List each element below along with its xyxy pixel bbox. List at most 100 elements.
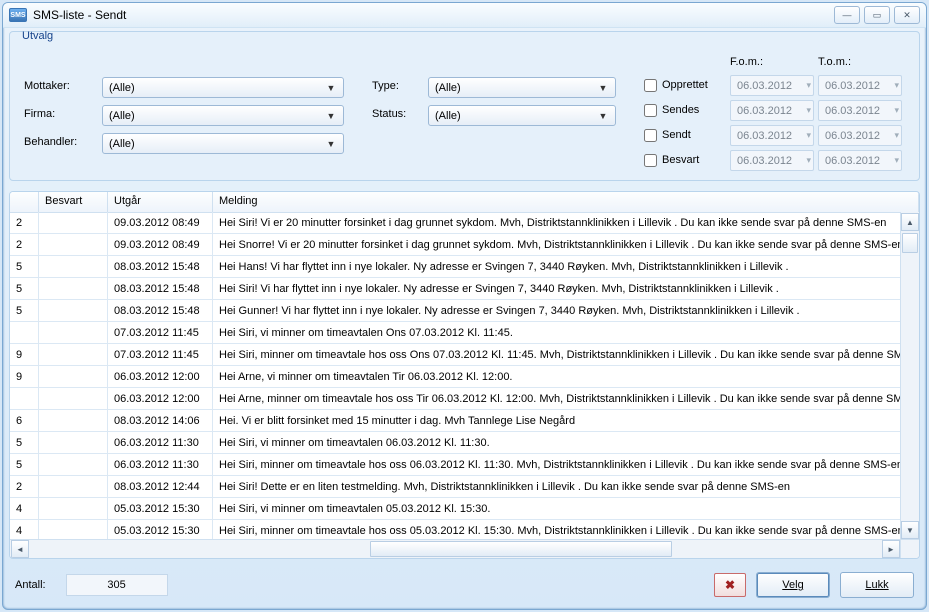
lukk-button[interactable]: Lukk: [840, 572, 914, 598]
table-row[interactable]: 906.03.2012 12:00Hei Arne, vi minner om …: [10, 366, 901, 388]
cell-index: 5: [10, 300, 39, 321]
chevron-down-icon: ▾: [894, 105, 899, 116]
table-row[interactable]: 506.03.2012 11:30Hei Siri, vi minner om …: [10, 432, 901, 454]
cell-besvart: [39, 234, 108, 255]
cell-besvart: [39, 498, 108, 519]
cell-utgaar: 08.03.2012 14:06: [108, 410, 213, 431]
table-row[interactable]: 508.03.2012 15:48Hei Gunner! Vi har flyt…: [10, 300, 901, 322]
cell-besvart: [39, 366, 108, 387]
label-mottaker: Mottaker:: [24, 80, 70, 92]
table-row[interactable]: 508.03.2012 15:48Hei Hans! Vi har flytte…: [10, 256, 901, 278]
table-row[interactable]: 506.03.2012 11:30Hei Siri, minner om tim…: [10, 454, 901, 476]
count-field: 305: [66, 574, 168, 596]
scroll-thumb[interactable]: [370, 541, 672, 557]
cell-index: [10, 388, 39, 409]
date-opprettet-fom[interactable]: 06.03.2012▾: [730, 75, 814, 96]
cell-melding: Hei Siri, minner om timeavtale hos oss 0…: [213, 520, 901, 540]
select-status[interactable]: (Alle)▼: [428, 105, 616, 126]
column-besvart[interactable]: Besvart: [39, 192, 108, 212]
table-row[interactable]: 07.03.2012 11:45Hei Siri, vi minner om t…: [10, 322, 901, 344]
grid-body[interactable]: 209.03.2012 08:49Hei Siri! Vi er 20 minu…: [10, 212, 901, 540]
cell-besvart: [39, 212, 108, 233]
date-opprettet-tom[interactable]: 06.03.2012▾: [818, 75, 902, 96]
cell-besvart: [39, 432, 108, 453]
chevron-down-icon: ▾: [894, 80, 899, 91]
cell-melding: Hei Snorre! Vi er 20 minutter forsinket …: [213, 234, 901, 255]
date-sendt-fom[interactable]: 06.03.2012▾: [730, 125, 814, 146]
label-antall: Antall:: [15, 579, 46, 591]
chevron-down-icon: ▼: [323, 139, 339, 149]
select-firma[interactable]: (Alle)▼: [102, 105, 344, 126]
table-row[interactable]: 405.03.2012 15:30Hei Siri, minner om tim…: [10, 520, 901, 540]
delete-button[interactable]: ✖: [714, 573, 746, 597]
chevron-down-icon: ▾: [894, 155, 899, 166]
cell-besvart: [39, 278, 108, 299]
table-row[interactable]: 06.03.2012 12:00Hei Arne, minner om time…: [10, 388, 901, 410]
scroll-right-button[interactable]: ►: [882, 540, 900, 558]
check-sendes[interactable]: Sendes: [644, 100, 699, 120]
scroll-up-button[interactable]: ▲: [901, 213, 919, 231]
column-spacer[interactable]: [10, 192, 39, 212]
column-melding[interactable]: Melding: [213, 192, 919, 212]
table-row[interactable]: 209.03.2012 08:49Hei Snorre! Vi er 20 mi…: [10, 234, 901, 256]
cell-index: 9: [10, 366, 39, 387]
date-sendes-tom[interactable]: 06.03.2012▾: [818, 100, 902, 121]
label-firma: Firma:: [24, 108, 55, 120]
cell-utgaar: 08.03.2012 15:48: [108, 278, 213, 299]
cell-index: 2: [10, 212, 39, 233]
horizontal-scrollbar[interactable]: ◄ ►: [10, 539, 901, 558]
cell-index: 5: [10, 454, 39, 475]
table-row[interactable]: 5 08.03.2012 15:48Hei Siri! Vi har flytte…: [10, 278, 901, 300]
chevron-down-icon: ▾: [806, 105, 811, 116]
check-opprettet[interactable]: Opprettet: [644, 75, 708, 95]
cell-index: 5: [10, 278, 39, 299]
minimize-button[interactable]: —: [834, 6, 860, 24]
cell-melding: Hei Siri! Dette er en liten testmelding.…: [213, 476, 901, 497]
date-sendt-tom[interactable]: 06.03.2012▾: [818, 125, 902, 146]
vertical-scrollbar[interactable]: ▲ ▼: [900, 212, 919, 540]
table-row[interactable]: 208.03.2012 12:44Hei Siri! Dette er en l…: [10, 476, 901, 498]
cell-melding: Hei Siri, minner om timeavtale hos oss 0…: [213, 454, 901, 475]
cell-melding: Hei Siri, minner om timeavtale hos oss O…: [213, 344, 901, 365]
cell-index: 6: [10, 410, 39, 431]
column-utgaar[interactable]: Utgår: [108, 192, 213, 212]
cell-index: 2: [10, 234, 39, 255]
table-row[interactable]: 907.03.2012 11:45Hei Siri, minner om tim…: [10, 344, 901, 366]
cell-index: [10, 322, 39, 343]
select-mottaker[interactable]: (Alle)▼: [102, 77, 344, 98]
check-besvart[interactable]: Besvart: [644, 150, 699, 170]
select-type[interactable]: (Alle)▼: [428, 77, 616, 98]
app-icon: SMS: [9, 8, 27, 22]
cell-index: 4: [10, 520, 39, 540]
chevron-down-icon: ▾: [806, 155, 811, 166]
select-behandler[interactable]: (Alle)▼: [102, 133, 344, 154]
scroll-left-button[interactable]: ◄: [11, 540, 29, 558]
check-sendt[interactable]: Sendt: [644, 125, 691, 145]
scroll-down-button[interactable]: ▼: [901, 521, 919, 539]
cell-besvart: [39, 520, 108, 540]
label-behandler: Behandler:: [24, 136, 77, 148]
table-row[interactable]: 6 08.03.2012 14:06Hei. Vi er blitt forsin…: [10, 410, 901, 432]
scroll-thumb[interactable]: [902, 233, 918, 253]
chevron-down-icon: ▼: [595, 83, 611, 93]
cell-index: 4: [10, 498, 39, 519]
footer: Antall: 305 ✖ Velg Lukk: [9, 567, 920, 603]
table-row[interactable]: 405.03.2012 15:30Hei Siri, vi minner om …: [10, 498, 901, 520]
cell-utgaar: 08.03.2012 15:48: [108, 300, 213, 321]
cell-besvart: [39, 410, 108, 431]
close-button[interactable]: ✕: [894, 6, 920, 24]
chevron-down-icon: ▾: [806, 130, 811, 141]
date-besvart-fom[interactable]: 06.03.2012▾: [730, 150, 814, 171]
velg-button[interactable]: Velg: [756, 572, 830, 598]
cell-melding: Hei Siri! Vi har flyttet inn i nye lokal…: [213, 278, 901, 299]
cell-utgaar: 06.03.2012 12:00: [108, 388, 213, 409]
maximize-button[interactable]: ▭: [864, 6, 890, 24]
date-sendes-fom[interactable]: 06.03.2012▾: [730, 100, 814, 121]
label-type: Type:: [372, 80, 399, 92]
cell-besvart: [39, 322, 108, 343]
cell-utgaar: 06.03.2012 12:00: [108, 366, 213, 387]
chevron-down-icon: ▼: [323, 83, 339, 93]
table-row[interactable]: 209.03.2012 08:49Hei Siri! Vi er 20 minu…: [10, 212, 901, 234]
cell-melding: Hei. Vi er blitt forsinket med 15 minutt…: [213, 410, 901, 431]
date-besvart-tom[interactable]: 06.03.2012▾: [818, 150, 902, 171]
